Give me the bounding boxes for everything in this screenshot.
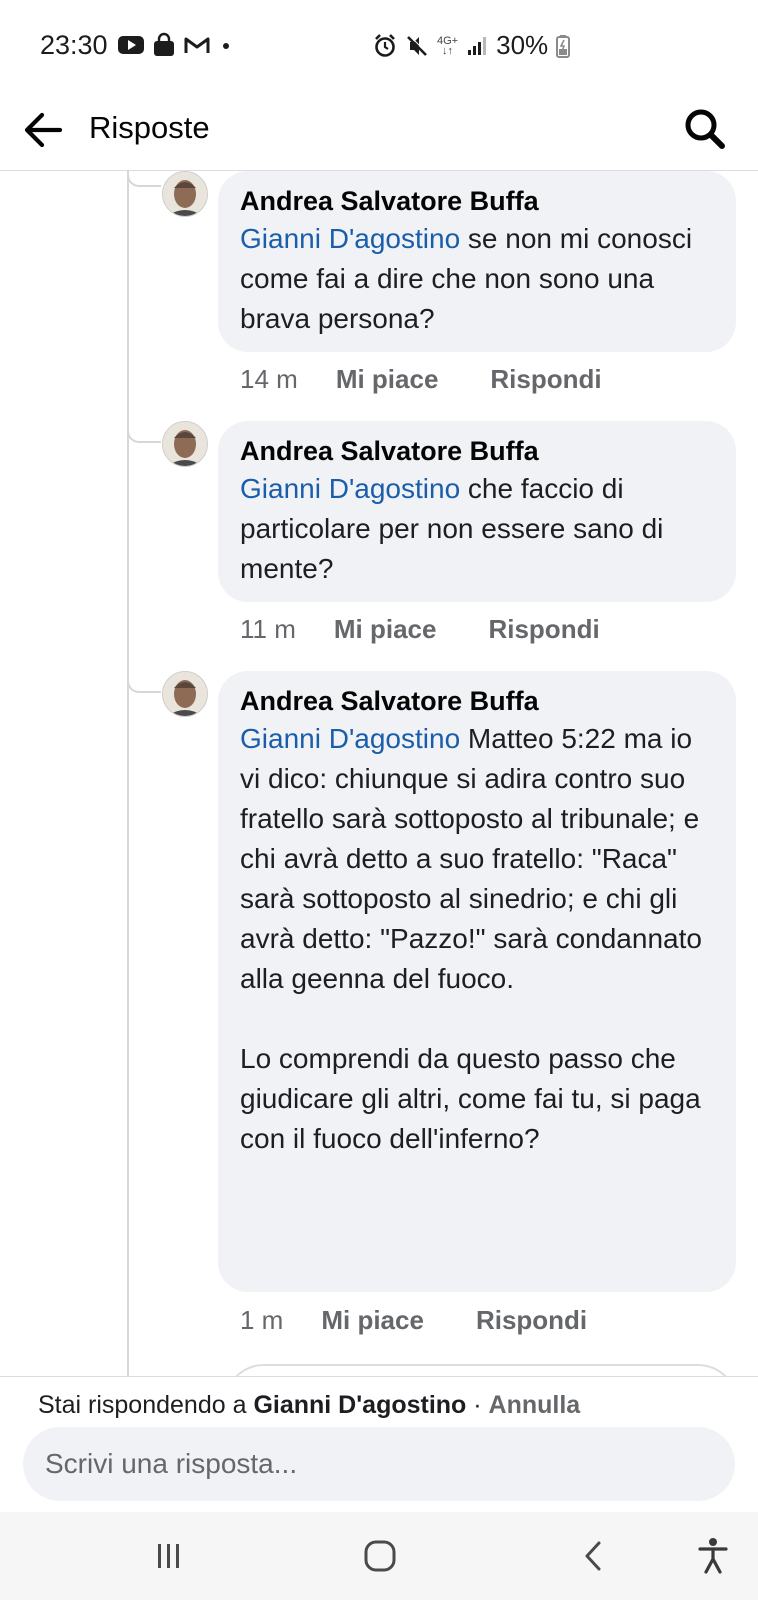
comment-actions: 1 m Mi piace Rispondi [240,1305,587,1336]
avatar[interactable] [162,421,208,467]
comment-text: Gianni D'agostino se non mi conosci come… [240,223,693,334]
signal-bars-icon [468,36,487,55]
youtube-icon [118,36,144,54]
comment-time: 14 m [240,364,298,394]
comment-time: 11 m [240,614,296,644]
status-bar: 23:30 4G+ ↓↑ 30% [0,0,758,92]
mute-icon [407,34,428,56]
search-button[interactable] [680,104,730,154]
4g-signal-icon: 4G+ ↓↑ [437,34,459,57]
comment-author[interactable]: Andrea Salvatore Buffa [240,433,714,469]
home-button[interactable] [352,1530,408,1582]
accessibility-button[interactable] [685,1530,741,1582]
alarm-icon [375,33,395,57]
comment-actions: 14 m Mi piace Rispondi [240,364,602,395]
comment-bubble[interactable]: Andrea Salvatore Buffa Gianni D'agostino… [218,421,736,602]
system-icons: 4G+ ↓↑ 30% [373,30,571,61]
comment-bubble[interactable]: Andrea Salvatore Buffa Gianni D'agostino… [218,171,736,352]
avatar[interactable] [162,171,208,217]
like-button[interactable]: Mi piace [334,614,437,645]
back-button[interactable] [20,106,68,154]
battery-icon [556,34,571,58]
replying-to-notice: Stai rispondendo a Gianni D'agostino · A… [38,1391,581,1419]
thread-line [127,171,129,1376]
reply-composer: Stai rispondendo a Gianni D'agostino · A… [0,1376,758,1513]
recent-apps-button[interactable] [141,1530,197,1582]
reply-target: Gianni D'agostino [253,1391,467,1419]
mention-link[interactable]: Gianni D'agostino [240,473,460,504]
back-chevron-icon [585,1541,601,1571]
reply-connector [127,171,161,187]
comment-author[interactable]: Andrea Salvatore Buffa [240,183,714,219]
cancel-reply-button[interactable]: Annulla [489,1391,581,1419]
like-button[interactable]: Mi piace [336,364,439,395]
notification-icons [117,32,235,58]
gmail-icon [184,37,210,53]
user-photo-icon [163,172,207,216]
accessibility-icon [698,1538,728,1574]
arrow-left-icon [24,112,63,148]
reply-button[interactable]: Rispondi [488,614,599,645]
comment-bubble[interactable]: Andrea Salvatore Buffa Gianni D'agostino… [218,671,736,1292]
shopping-bag-icon [154,32,174,56]
search-icon [685,109,725,149]
status-time: 23:30 [40,30,108,60]
page-title: Risposte [89,110,210,145]
user-photo-icon [163,422,207,466]
user-photo-icon [163,672,207,716]
system-nav-bar [0,1512,758,1600]
battery-percent: 30% [496,30,549,60]
mention-link[interactable]: Gianni D'agostino [240,223,460,254]
reply-input[interactable]: Scrivi una risposta... [23,1427,735,1501]
dot-icon [223,43,229,49]
reply-button[interactable]: Rispondi [476,1305,587,1336]
like-button[interactable]: Mi piace [321,1305,424,1336]
avatar[interactable] [162,671,208,717]
reply-connector [127,677,161,693]
reply-button[interactable]: Rispondi [490,364,601,395]
mention-link[interactable]: Gianni D'agostino [240,723,460,754]
comment-text: Gianni D'agostino che faccio di particol… [240,473,664,584]
comment-author[interactable]: Andrea Salvatore Buffa [240,683,714,719]
home-icon [364,1540,396,1572]
back-nav-button[interactable] [565,1530,621,1582]
app-header: Risposte [0,92,758,171]
comment-actions: 11 m Mi piace Rispondi [240,614,600,645]
comment-time: 1 m [240,1305,284,1335]
reply-connector [127,427,161,443]
recent-apps-icon [158,1544,179,1568]
comment-text: Gianni D'agostino Matteo 5:22 ma io vi d… [240,723,702,1154]
